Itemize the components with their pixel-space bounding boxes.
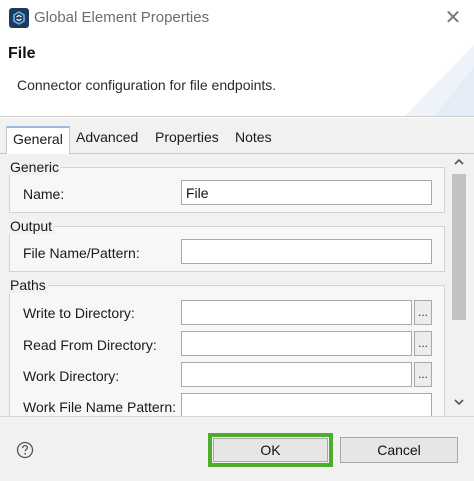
write-directory-input[interactable] [181, 300, 412, 325]
dialog-description: Connector configuration for file endpoin… [17, 77, 277, 93]
write-directory-browse-button[interactable]: ... [414, 300, 432, 325]
scrollbar-thumb[interactable] [452, 174, 466, 320]
close-icon[interactable]: ✕ [440, 5, 466, 31]
tab-advanced[interactable]: Advanced [70, 126, 144, 154]
generic-group-title: Generic [8, 159, 62, 175]
paths-group-title: Paths [8, 277, 48, 293]
work-file-name-pattern-label: Work File Name Pattern: [23, 399, 177, 415]
tab-bar: General Advanced Properties Notes [0, 118, 474, 155]
window-title: Global Element Properties [34, 9, 210, 26]
work-directory-label: Work Directory: [23, 368, 120, 384]
mule-icon [9, 8, 29, 28]
file-name-pattern-label: File Name/Pattern: [23, 245, 140, 261]
dialog-footer: OK Cancel [0, 416, 474, 481]
read-directory-input[interactable] [181, 331, 412, 356]
tab-general[interactable]: General [6, 126, 70, 155]
title-bar: Global Element Properties ✕ [0, 0, 474, 37]
work-file-name-pattern-input[interactable] [181, 393, 432, 416]
dialog-header: File Connector configuration for file en… [0, 37, 474, 117]
work-directory-input[interactable] [181, 362, 412, 387]
read-directory-label: Read From Directory: [23, 337, 157, 353]
work-directory-browse-button[interactable]: ... [414, 362, 432, 387]
general-tab-content: Generic Name: Output File Name/Pattern: … [0, 154, 474, 416]
scroll-up-icon[interactable] [453, 156, 465, 170]
tab-properties[interactable]: Properties [149, 126, 225, 154]
cancel-button[interactable]: Cancel [340, 437, 458, 463]
file-name-pattern-input[interactable] [181, 239, 432, 264]
header-banner-graphic [404, 45, 474, 116]
name-label: Name: [23, 186, 65, 202]
write-directory-label: Write to Directory: [23, 305, 135, 321]
output-group-title: Output [8, 218, 55, 234]
scroll-down-icon[interactable] [453, 396, 465, 410]
tab-notes[interactable]: Notes [229, 126, 278, 154]
dialog-title: File [8, 45, 36, 62]
vertical-scrollbar[interactable] [449, 154, 469, 416]
ok-button[interactable]: OK [213, 438, 328, 462]
name-input[interactable] [181, 180, 432, 205]
help-icon[interactable] [16, 441, 34, 459]
read-directory-browse-button[interactable]: ... [414, 331, 432, 356]
